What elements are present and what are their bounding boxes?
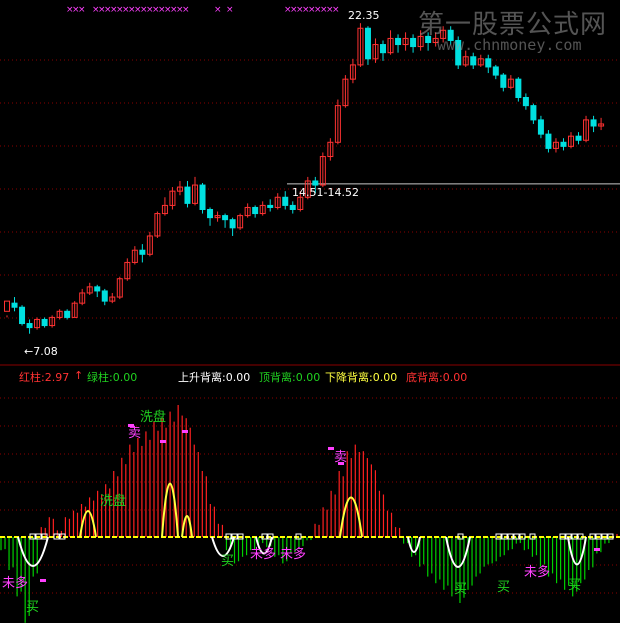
candle-body-down [229,219,236,229]
buy-label: 买 [568,578,582,593]
candle-body-down [410,37,417,48]
top-divergence-value: 顶背离:0.00 [259,371,321,384]
signal-dip-line [407,536,421,553]
candle-body-down [380,44,386,54]
buy-label: 买 [454,582,468,597]
wash-label-2: 洗盘 [100,494,127,509]
candle-body-down [492,66,499,76]
hline-price-label: 14.51-14.52 [292,186,359,199]
top-signal-mark: × [332,5,340,15]
weak-buy-label: 未多 [250,547,277,562]
stock-chart-canvas: ××× ×××××××××××××××× × × ××××××××× [0,5,620,623]
sell-label-1: 卖 [128,426,142,441]
candle-body-down [470,56,477,66]
candle-body-down [94,286,101,292]
signal-dash-marker [160,440,166,443]
top-signal-mark: × [214,5,222,15]
candle-body-down [395,37,402,46]
candle-body-down [537,119,544,135]
rise-divergence-value: 上升背离:0.00 [178,371,251,384]
candle-body-down [207,208,214,219]
green-bar-value: 绿柱:0.00 [87,371,138,384]
top-signal-mark: × [226,5,234,15]
top-signal-mark: × [78,5,86,15]
candle-body-down [267,204,274,208]
top-signal-mark: × [182,5,190,15]
signal-dash-marker [182,430,188,433]
chart-window: { "watermark": {"cn": "第一股票公式网", "url": … [0,0,620,623]
fall-divergence-value: 下降背离:0.00 [325,371,398,384]
signal-dip-line [445,536,471,568]
candle-body-down [26,323,33,329]
candle-body-down [522,96,529,107]
candle-body-down [184,186,191,204]
candle-body-down [289,204,296,210]
candle-body-down [199,184,206,210]
candle-body-down [364,27,371,60]
candle-body-down [252,206,259,215]
candle-body-down [560,141,567,147]
buy-label: 买 [26,600,40,615]
buy-label: 买 [497,580,511,595]
candle-body-up [4,300,10,312]
weak-buy-label: 未多 [280,547,307,562]
candle-body-down [64,310,71,318]
candle-body-down [282,196,289,206]
sell-label-2: 卖 [334,450,348,465]
candle-body-down [575,135,582,141]
candle-body-down [11,302,18,308]
low-price-label: ←7.08 [24,345,58,358]
candle-body-down [590,119,597,127]
candle-body-down [101,290,108,302]
buy-label: 买 [221,554,235,569]
candle-body-down [485,58,492,68]
candle-body-down [545,133,552,149]
watermark-url: www.chnmoney.com [437,36,582,54]
candle-body-down [19,306,26,325]
weak-buy-label: 未多 [2,576,29,591]
weak-buy-label: 未多 [524,565,551,580]
signal-dash-marker [594,548,600,551]
red-bar-value: 红柱:2.97 [19,371,70,384]
candle-body-down [139,249,146,255]
up-arrow-icon: ↑ [74,369,84,382]
candle-body-down [515,78,522,98]
candle-body-down [500,74,507,88]
wash-label-1: 洗盘 [140,410,167,425]
candle-body-down [530,105,537,121]
candle-body-down [222,215,229,221]
bottom-divergence-value: 底背离:0.00 [406,371,468,384]
signal-dash-marker [40,579,46,582]
high-price-label: 22.35 [348,9,380,22]
candle-body-down [312,180,319,186]
candle-body-down [41,318,48,327]
